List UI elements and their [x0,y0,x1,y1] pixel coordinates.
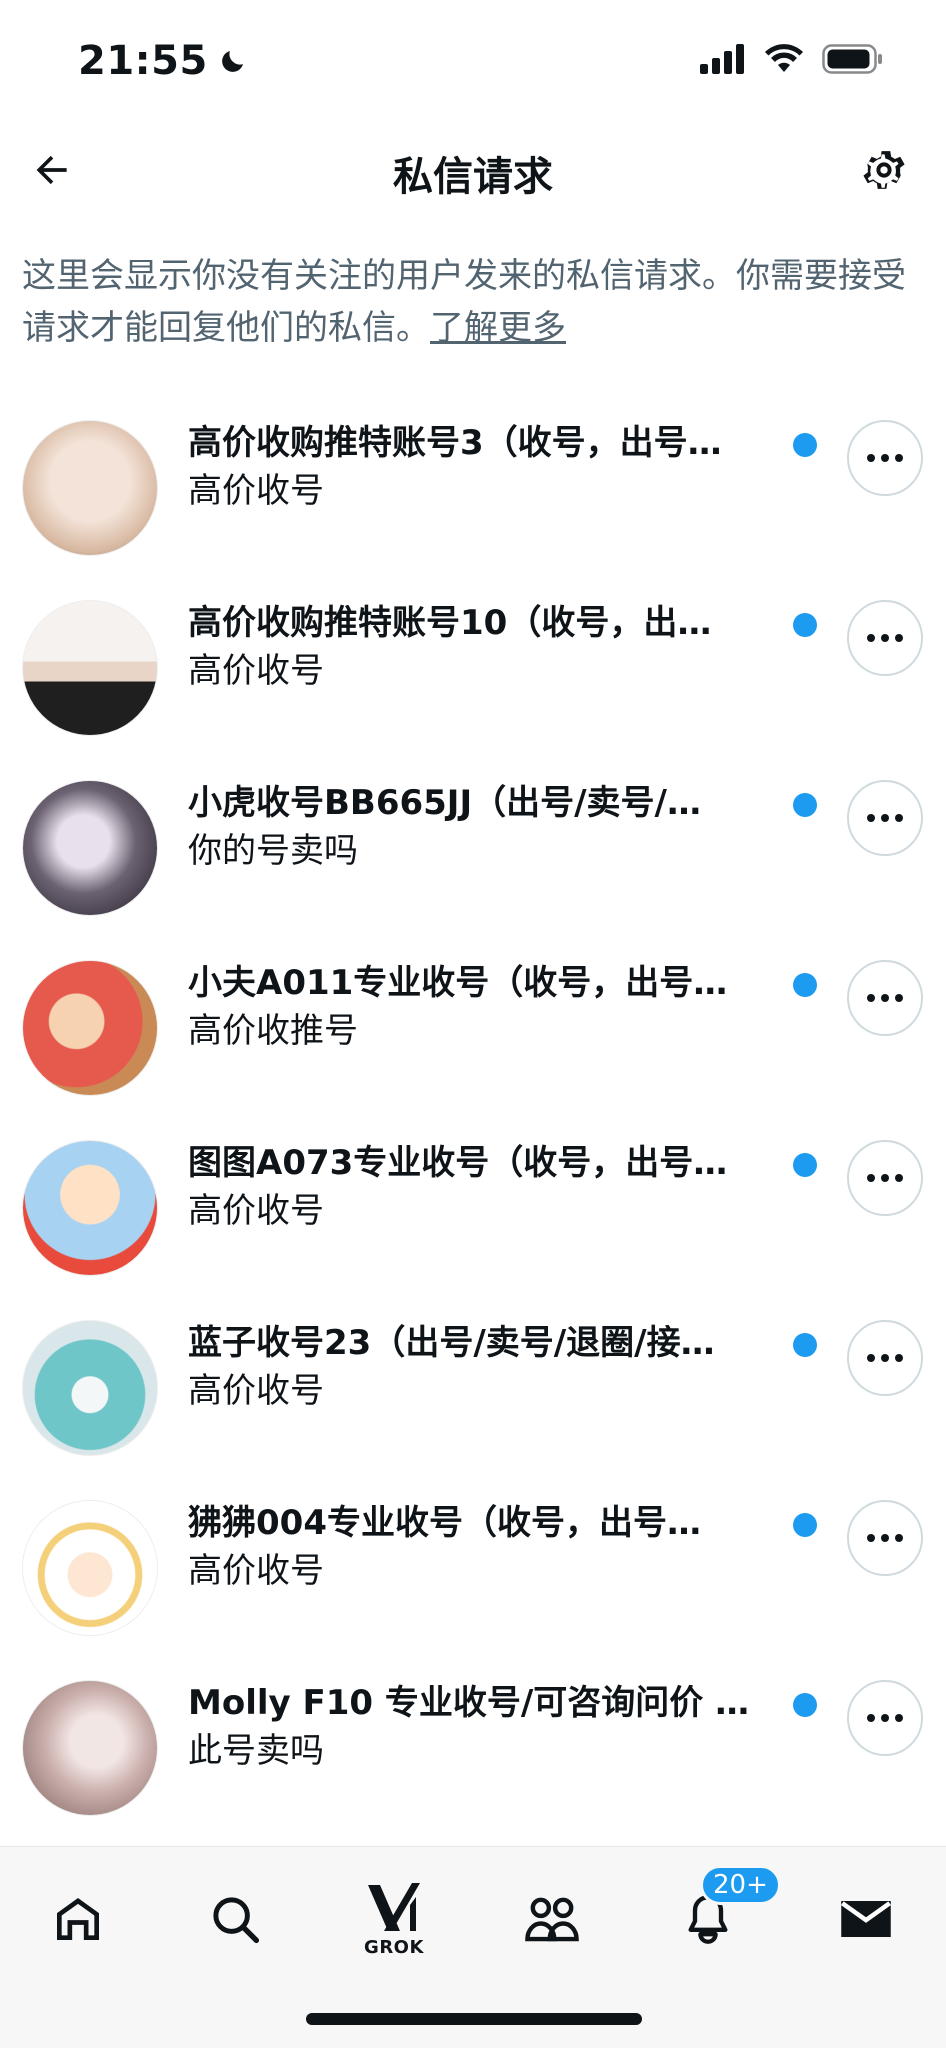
more-options-button[interactable] [847,1680,923,1756]
sender-name: 小虎收号BB665JJ（出号/卖号/… [188,783,701,823]
unread-indicator [793,1333,817,1357]
request-row[interactable]: 蓝子收号23（出号/卖号/退圈/接… 高价收号 [0,1280,946,1460]
message-preview: 高价收推号 [188,1011,358,1051]
sender-name: 高价收购推特账号3（收号，出号… [188,423,722,463]
status-bar: 21:55 [0,0,946,120]
sender-name: 高价收购推特账号10（收号，出… [188,603,712,643]
tab-search[interactable] [185,1869,285,1969]
message-preview: 高价收号 [188,471,324,511]
learn-more-link[interactable]: 了解更多 [430,308,566,348]
unread-indicator [793,793,817,817]
communities-icon [525,1897,579,1942]
avatar[interactable] [22,420,158,556]
more-options-button[interactable] [847,1140,923,1216]
tab-home[interactable] [28,1869,128,1969]
unread-indicator [793,1153,817,1177]
tab-grok[interactable]: GROK [344,1869,444,1969]
unread-indicator [793,613,817,637]
message-preview: 高价收号 [188,651,324,691]
unread-indicator [793,1693,817,1717]
message-preview: 此号卖吗 [188,1731,324,1771]
more-options-button[interactable] [847,420,923,496]
moon-icon [221,51,243,72]
message-preview: 高价收号 [188,1371,324,1411]
sender-name: Molly F10 专业收号/可咨询问价 @… [188,1683,758,1723]
more-options-button[interactable] [847,600,923,676]
home-icon [57,1898,99,1940]
avatar[interactable] [22,960,158,1096]
message-preview: 高价收号 [188,1551,324,1591]
avatar[interactable] [22,1680,158,1816]
status-indicators [700,44,884,74]
header: 私信请求 [0,120,946,220]
request-row[interactable]: 小夫A011专业收号（收号，出号… 高价收推号 [0,920,946,1100]
request-row[interactable]: 高价收购推特账号3（收号，出号… 高价收号 [0,380,946,560]
more-options-button[interactable] [847,1500,923,1576]
tab-communities[interactable] [502,1869,602,1969]
unread-indicator [793,433,817,457]
search-icon [213,1897,260,1944]
more-options-button[interactable] [847,1320,923,1396]
sender-name: 狒狒004专业收号（收号，出号… [188,1503,701,1543]
grok-label: GROK [364,1936,424,1958]
avatar[interactable] [22,1320,158,1456]
sender-name: 蓝子收号23（出号/卖号/退圈/接… [188,1323,715,1363]
battery-icon [822,44,882,74]
request-row[interactable]: 狒狒004专业收号（收号，出号… 高价收号 [0,1460,946,1640]
status-time-label: 21:55 [78,38,208,84]
avatar[interactable] [22,1140,158,1276]
message-preview: 高价收号 [188,1191,324,1231]
wifi-icon [765,44,803,72]
avatar[interactable] [22,780,158,916]
more-options-button[interactable] [847,960,923,1036]
sender-name: 小夫A011专业收号（收号，出号… [188,963,728,1003]
settings-button[interactable] [852,138,916,202]
more-options-button[interactable] [847,780,923,856]
page-title: 私信请求 [393,154,553,200]
tab-messages[interactable] [816,1869,916,1969]
grok-icon [368,1882,420,1931]
home-indicator[interactable] [306,2013,642,2025]
gear-icon [863,151,905,189]
request-list: 高价收购推特账号3（收号，出号… 高价收号 高价收购推特账号10（收号，出… 高… [0,380,946,1820]
avatar[interactable] [22,600,158,736]
unread-indicator [793,973,817,997]
request-row[interactable]: 图图A073专业收号（收号，出号… 高价收号 [0,1100,946,1280]
envelope-icon [841,1901,891,1937]
status-time: 21:55 [78,38,248,84]
sender-name: 图图A073专业收号（收号，出号… [188,1143,728,1183]
request-row[interactable]: 高价收购推特账号10（收号，出… 高价收号 [0,560,946,740]
message-preview: 你的号卖吗 [188,831,358,871]
notifications-badge: 20+ [700,1865,781,1905]
request-row[interactable]: Molly F10 专业收号/可咨询问价 @… 此号卖吗 [0,1640,946,1820]
description: 这里会显示你没有关注的用户发来的私信请求。你需要接受请求才能回复他们的私信。了解… [22,250,922,354]
unread-indicator [793,1513,817,1537]
tab-bar: GROK 20+ [0,1846,946,2048]
avatar[interactable] [22,1500,158,1636]
request-row[interactable]: 小虎收号BB665JJ（出号/卖号/… 你的号卖吗 [0,740,946,920]
signal-icon [700,44,744,74]
